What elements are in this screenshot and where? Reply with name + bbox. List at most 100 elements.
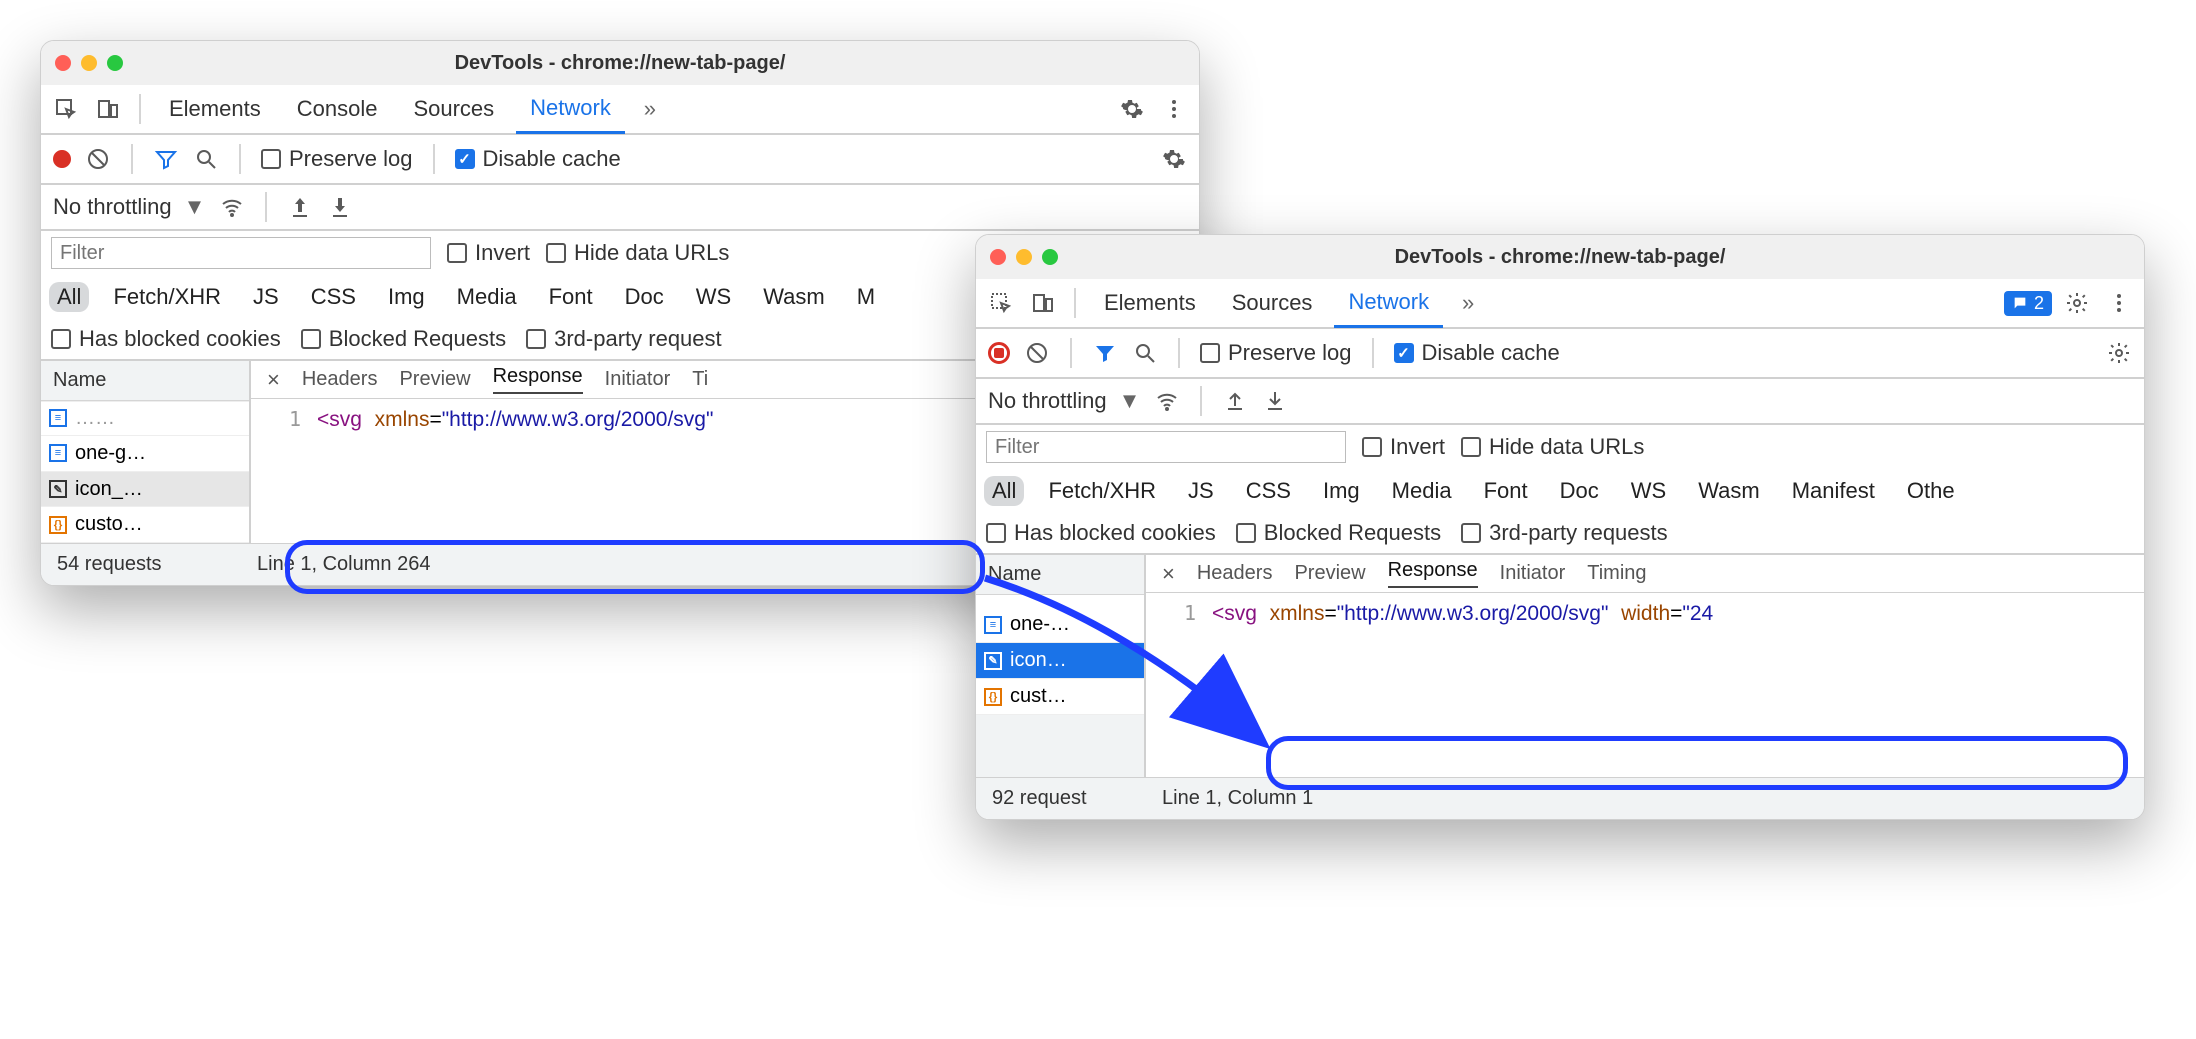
tab-initiator[interactable]: Initiator	[605, 368, 671, 391]
name-column-header[interactable]: Name	[41, 361, 249, 401]
hide-data-urls-checkbox[interactable]: Hide data URLs	[546, 240, 729, 266]
record-button[interactable]	[988, 342, 1010, 364]
filter-media[interactable]: Media	[1384, 476, 1460, 506]
filter-all[interactable]: All	[49, 282, 89, 312]
filter-font[interactable]: Font	[541, 282, 601, 312]
throttling-select[interactable]: No throttling▼	[988, 388, 1140, 414]
search-icon[interactable]	[193, 146, 219, 172]
clear-icon[interactable]	[85, 146, 111, 172]
filter-img[interactable]: Img	[1315, 476, 1368, 506]
filter-font[interactable]: Font	[1476, 476, 1536, 506]
download-icon[interactable]	[1262, 388, 1288, 414]
blocked-requests-checkbox[interactable]: Blocked Requests	[301, 326, 506, 352]
filter-wasm[interactable]: Wasm	[755, 282, 833, 312]
tab-network[interactable]: Network	[516, 84, 625, 134]
list-item[interactable]: ≡……	[41, 401, 249, 437]
wifi-icon[interactable]	[1154, 388, 1180, 414]
filter-all[interactable]: All	[984, 476, 1024, 506]
filter-icon[interactable]	[1092, 340, 1118, 366]
filter-input[interactable]	[986, 431, 1346, 463]
hide-data-urls-checkbox[interactable]: Hide data URLs	[1461, 434, 1644, 460]
filter-doc[interactable]: Doc	[617, 282, 672, 312]
throttling-select[interactable]: No throttling▼	[53, 194, 205, 220]
tab-initiator[interactable]: Initiator	[1500, 562, 1566, 585]
record-button[interactable]	[53, 150, 71, 168]
tab-console[interactable]: Console	[283, 84, 392, 134]
filter-fetch-xhr[interactable]: Fetch/XHR	[1040, 476, 1164, 506]
blocked-cookies-checkbox[interactable]: Has blocked cookies	[51, 326, 281, 352]
close-details-icon[interactable]: ×	[267, 367, 280, 393]
kebab-menu-icon[interactable]	[2102, 286, 2136, 320]
code-area[interactable]: 1 <svg xmlns="http://www.w3.org/2000/svg…	[1146, 593, 2144, 777]
tab-timing[interactable]: Ti	[692, 368, 708, 391]
upload-icon[interactable]	[1222, 388, 1248, 414]
close-details-icon[interactable]: ×	[1162, 561, 1175, 587]
preserve-log-checkbox[interactable]: Preserve log	[261, 146, 413, 172]
filter-doc[interactable]: Doc	[1552, 476, 1607, 506]
wifi-icon[interactable]	[219, 194, 245, 220]
invert-checkbox[interactable]: Invert	[1362, 434, 1445, 460]
list-item[interactable]: {}custo…	[41, 507, 249, 543]
filter-icon[interactable]	[153, 146, 179, 172]
filter-css[interactable]: CSS	[1238, 476, 1299, 506]
disable-cache-checkbox[interactable]: ✓Disable cache	[1394, 340, 1560, 366]
download-icon[interactable]	[327, 194, 353, 220]
filter-input[interactable]	[51, 237, 431, 269]
filter-js[interactable]: JS	[245, 282, 287, 312]
device-toggle-icon[interactable]	[1026, 286, 1060, 320]
filter-js[interactable]: JS	[1180, 476, 1222, 506]
search-icon[interactable]	[1132, 340, 1158, 366]
tab-response[interactable]: Response	[493, 365, 583, 394]
filter-ws[interactable]: WS	[688, 282, 739, 312]
filter-fetch-xhr[interactable]: Fetch/XHR	[105, 282, 229, 312]
tab-preview[interactable]: Preview	[1294, 562, 1365, 585]
device-toggle-icon[interactable]	[91, 92, 125, 126]
window-title: DevTools - chrome://new-tab-page/	[41, 52, 1199, 75]
tab-elements[interactable]: Elements	[1090, 278, 1210, 328]
more-tabs-icon[interactable]: »	[633, 92, 667, 126]
invert-checkbox[interactable]: Invert	[447, 240, 530, 266]
tab-timing[interactable]: Timing	[1587, 562, 1646, 585]
list-item[interactable]: {}cust…	[976, 679, 1144, 715]
filter-manifest[interactable]: Manifest	[1784, 476, 1883, 506]
more-tabs-icon[interactable]: »	[1451, 286, 1485, 320]
blocked-requests-checkbox[interactable]: Blocked Requests	[1236, 520, 1441, 546]
tab-sources[interactable]: Sources	[399, 84, 508, 134]
filter-img[interactable]: Img	[380, 282, 433, 312]
issues-badge[interactable]: 2	[2004, 291, 2052, 316]
clear-icon[interactable]	[1024, 340, 1050, 366]
filter-media[interactable]: Media	[449, 282, 525, 312]
name-column-header[interactable]: Name	[976, 555, 1144, 595]
settings-gear-icon[interactable]	[2060, 286, 2094, 320]
network-settings-gear-icon[interactable]	[2106, 340, 2132, 366]
filter-more[interactable]: M	[849, 282, 883, 312]
list-item-selected[interactable]: ✎icon…	[976, 643, 1144, 679]
list-item-selected[interactable]: ✎icon_…	[41, 472, 249, 508]
tab-headers[interactable]: Headers	[1197, 562, 1273, 585]
list-item[interactable]: ≡one-g…	[41, 436, 249, 472]
blocked-cookies-checkbox[interactable]: Has blocked cookies	[986, 520, 1216, 546]
titlebar[interactable]: DevTools - chrome://new-tab-page/	[41, 41, 1199, 85]
third-party-checkbox[interactable]: 3rd-party requests	[1461, 520, 1668, 546]
disable-cache-checkbox[interactable]: ✓Disable cache	[455, 146, 621, 172]
tab-headers[interactable]: Headers	[302, 368, 378, 391]
third-party-checkbox[interactable]: 3rd-party request	[526, 326, 722, 352]
filter-other[interactable]: Othe	[1899, 476, 1963, 506]
tab-response[interactable]: Response	[1388, 559, 1478, 588]
upload-icon[interactable]	[287, 194, 313, 220]
tab-network[interactable]: Network	[1334, 278, 1443, 328]
list-item[interactable]: ≡one-…	[976, 607, 1144, 643]
filter-css[interactable]: CSS	[303, 282, 364, 312]
tab-elements[interactable]: Elements	[155, 84, 275, 134]
kebab-menu-icon[interactable]	[1157, 92, 1191, 126]
tab-preview[interactable]: Preview	[399, 368, 470, 391]
preserve-log-checkbox[interactable]: Preserve log	[1200, 340, 1352, 366]
settings-gear-icon[interactable]	[1115, 92, 1149, 126]
inspect-icon[interactable]	[49, 92, 83, 126]
filter-ws[interactable]: WS	[1623, 476, 1674, 506]
titlebar[interactable]: DevTools - chrome://new-tab-page/	[976, 235, 2144, 279]
filter-wasm[interactable]: Wasm	[1690, 476, 1768, 506]
network-settings-gear-icon[interactable]	[1161, 146, 1187, 172]
tab-sources[interactable]: Sources	[1218, 278, 1327, 328]
inspect-icon[interactable]	[984, 286, 1018, 320]
